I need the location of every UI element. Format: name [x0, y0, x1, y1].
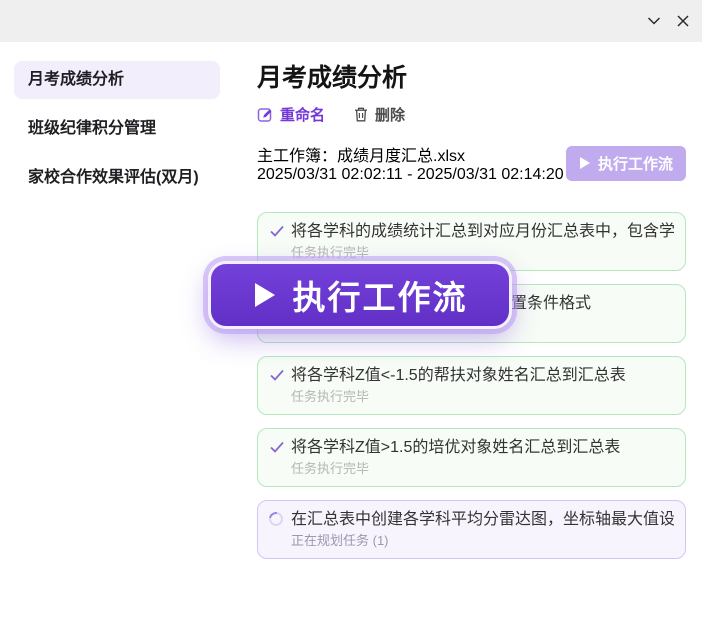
- task-text: 将各学科Z值<-1.5的帮扶对象姓名汇总到汇总表: [291, 365, 626, 387]
- task-card[interactable]: 将各学科Z值>1.5的培优对象姓名汇总到汇总表 任务执行完毕: [257, 428, 686, 487]
- task-text: 将各学科的成绩统计汇总到对应月份汇总表中，包含学...: [291, 221, 674, 243]
- content-area: 月考成绩分析班级纪律积分管理家校合作效果评估(双月) 月考成绩分析 重命名: [0, 42, 702, 626]
- task-card[interactable]: 在汇总表中创建各学科平均分雷达图，坐标轴最大值设... 正在规划任务 (1): [257, 500, 686, 559]
- task-status: 任务执行完毕: [291, 460, 674, 478]
- edit-icon: [257, 106, 274, 123]
- task-state-icon: [269, 511, 285, 527]
- task-state-icon: [269, 223, 285, 239]
- run-workflow-label: 执行工作流: [598, 153, 673, 174]
- check-icon: [269, 439, 285, 455]
- run-workflow-button[interactable]: 执行工作流: [566, 146, 686, 181]
- play-icon: [253, 281, 277, 309]
- window-titlebar: [0, 0, 702, 42]
- task-text: 将各学科Z值>1.5的培优对象姓名汇总到汇总表: [291, 437, 620, 459]
- sidebar-item-label: 班级纪律积分管理: [28, 120, 156, 137]
- workflow-meta-row: 主工作簿：成绩月度汇总.xlsx 2025/03/31 02:02:11 - 2…: [257, 142, 686, 184]
- delete-label: 删除: [375, 104, 405, 125]
- time-range: 2025/03/31 02:02:11 - 2025/03/31 02:14:2…: [257, 166, 564, 184]
- workflow-meta: 主工作簿：成绩月度汇总.xlsx 2025/03/31 02:02:11 - 2…: [257, 142, 564, 184]
- task-status: 正在规划任务 (1): [291, 532, 674, 550]
- close-icon: [673, 11, 693, 31]
- action-bar: 重命名 删除: [257, 104, 686, 125]
- rename-button[interactable]: 重命名: [257, 104, 325, 125]
- delete-button[interactable]: 删除: [353, 104, 405, 125]
- page-title: 月考成绩分析: [257, 64, 686, 92]
- task-state-icon: [269, 439, 285, 455]
- workbook-label: 主工作簿：成绩月度汇总.xlsx: [257, 142, 564, 166]
- check-icon: [269, 223, 285, 239]
- spinner-icon: [266, 509, 285, 528]
- sidebar-item[interactable]: 月考成绩分析: [14, 61, 220, 99]
- check-icon: [269, 367, 285, 383]
- task-head: 将各学科Z值>1.5的培优对象姓名汇总到汇总表: [269, 437, 674, 459]
- close-button[interactable]: [670, 8, 696, 34]
- task-status: 任务执行完毕: [291, 244, 674, 262]
- task-head: 将各学科的成绩统计汇总到对应月份汇总表中，包含学...: [269, 221, 674, 243]
- sidebar-item-label: 家校合作效果评估(双月): [28, 169, 199, 186]
- chevron-down-icon: [644, 11, 664, 31]
- rename-label: 重命名: [280, 104, 325, 125]
- task-card[interactable]: 将各学科Z值<-1.5的帮扶对象姓名汇总到汇总表 任务执行完毕: [257, 356, 686, 415]
- play-icon: [579, 156, 591, 170]
- task-head: 在汇总表中创建各学科平均分雷达图，坐标轴最大值设...: [269, 509, 674, 531]
- minimize-button[interactable]: [641, 8, 667, 34]
- task-state-icon: [269, 367, 285, 383]
- workflow-sidebar: 月考成绩分析班级纪律积分管理家校合作效果评估(双月): [0, 42, 257, 626]
- run-workflow-overlay-button[interactable]: 执行工作流: [208, 261, 512, 329]
- trash-icon: [353, 106, 369, 123]
- sidebar-item[interactable]: 班级纪律积分管理: [14, 110, 220, 148]
- sidebar-item-label: 月考成绩分析: [28, 71, 124, 88]
- task-status: 任务执行完毕: [291, 388, 674, 406]
- task-text: 在汇总表中创建各学科平均分雷达图，坐标轴最大值设...: [291, 509, 674, 531]
- sidebar-item[interactable]: 家校合作效果评估(双月): [14, 159, 220, 197]
- workflow-detail-panel: 月考成绩分析 重命名: [257, 42, 702, 626]
- run-workflow-overlay-label: 执行工作流: [293, 271, 468, 319]
- task-head: 将各学科Z值<-1.5的帮扶对象姓名汇总到汇总表: [269, 365, 674, 387]
